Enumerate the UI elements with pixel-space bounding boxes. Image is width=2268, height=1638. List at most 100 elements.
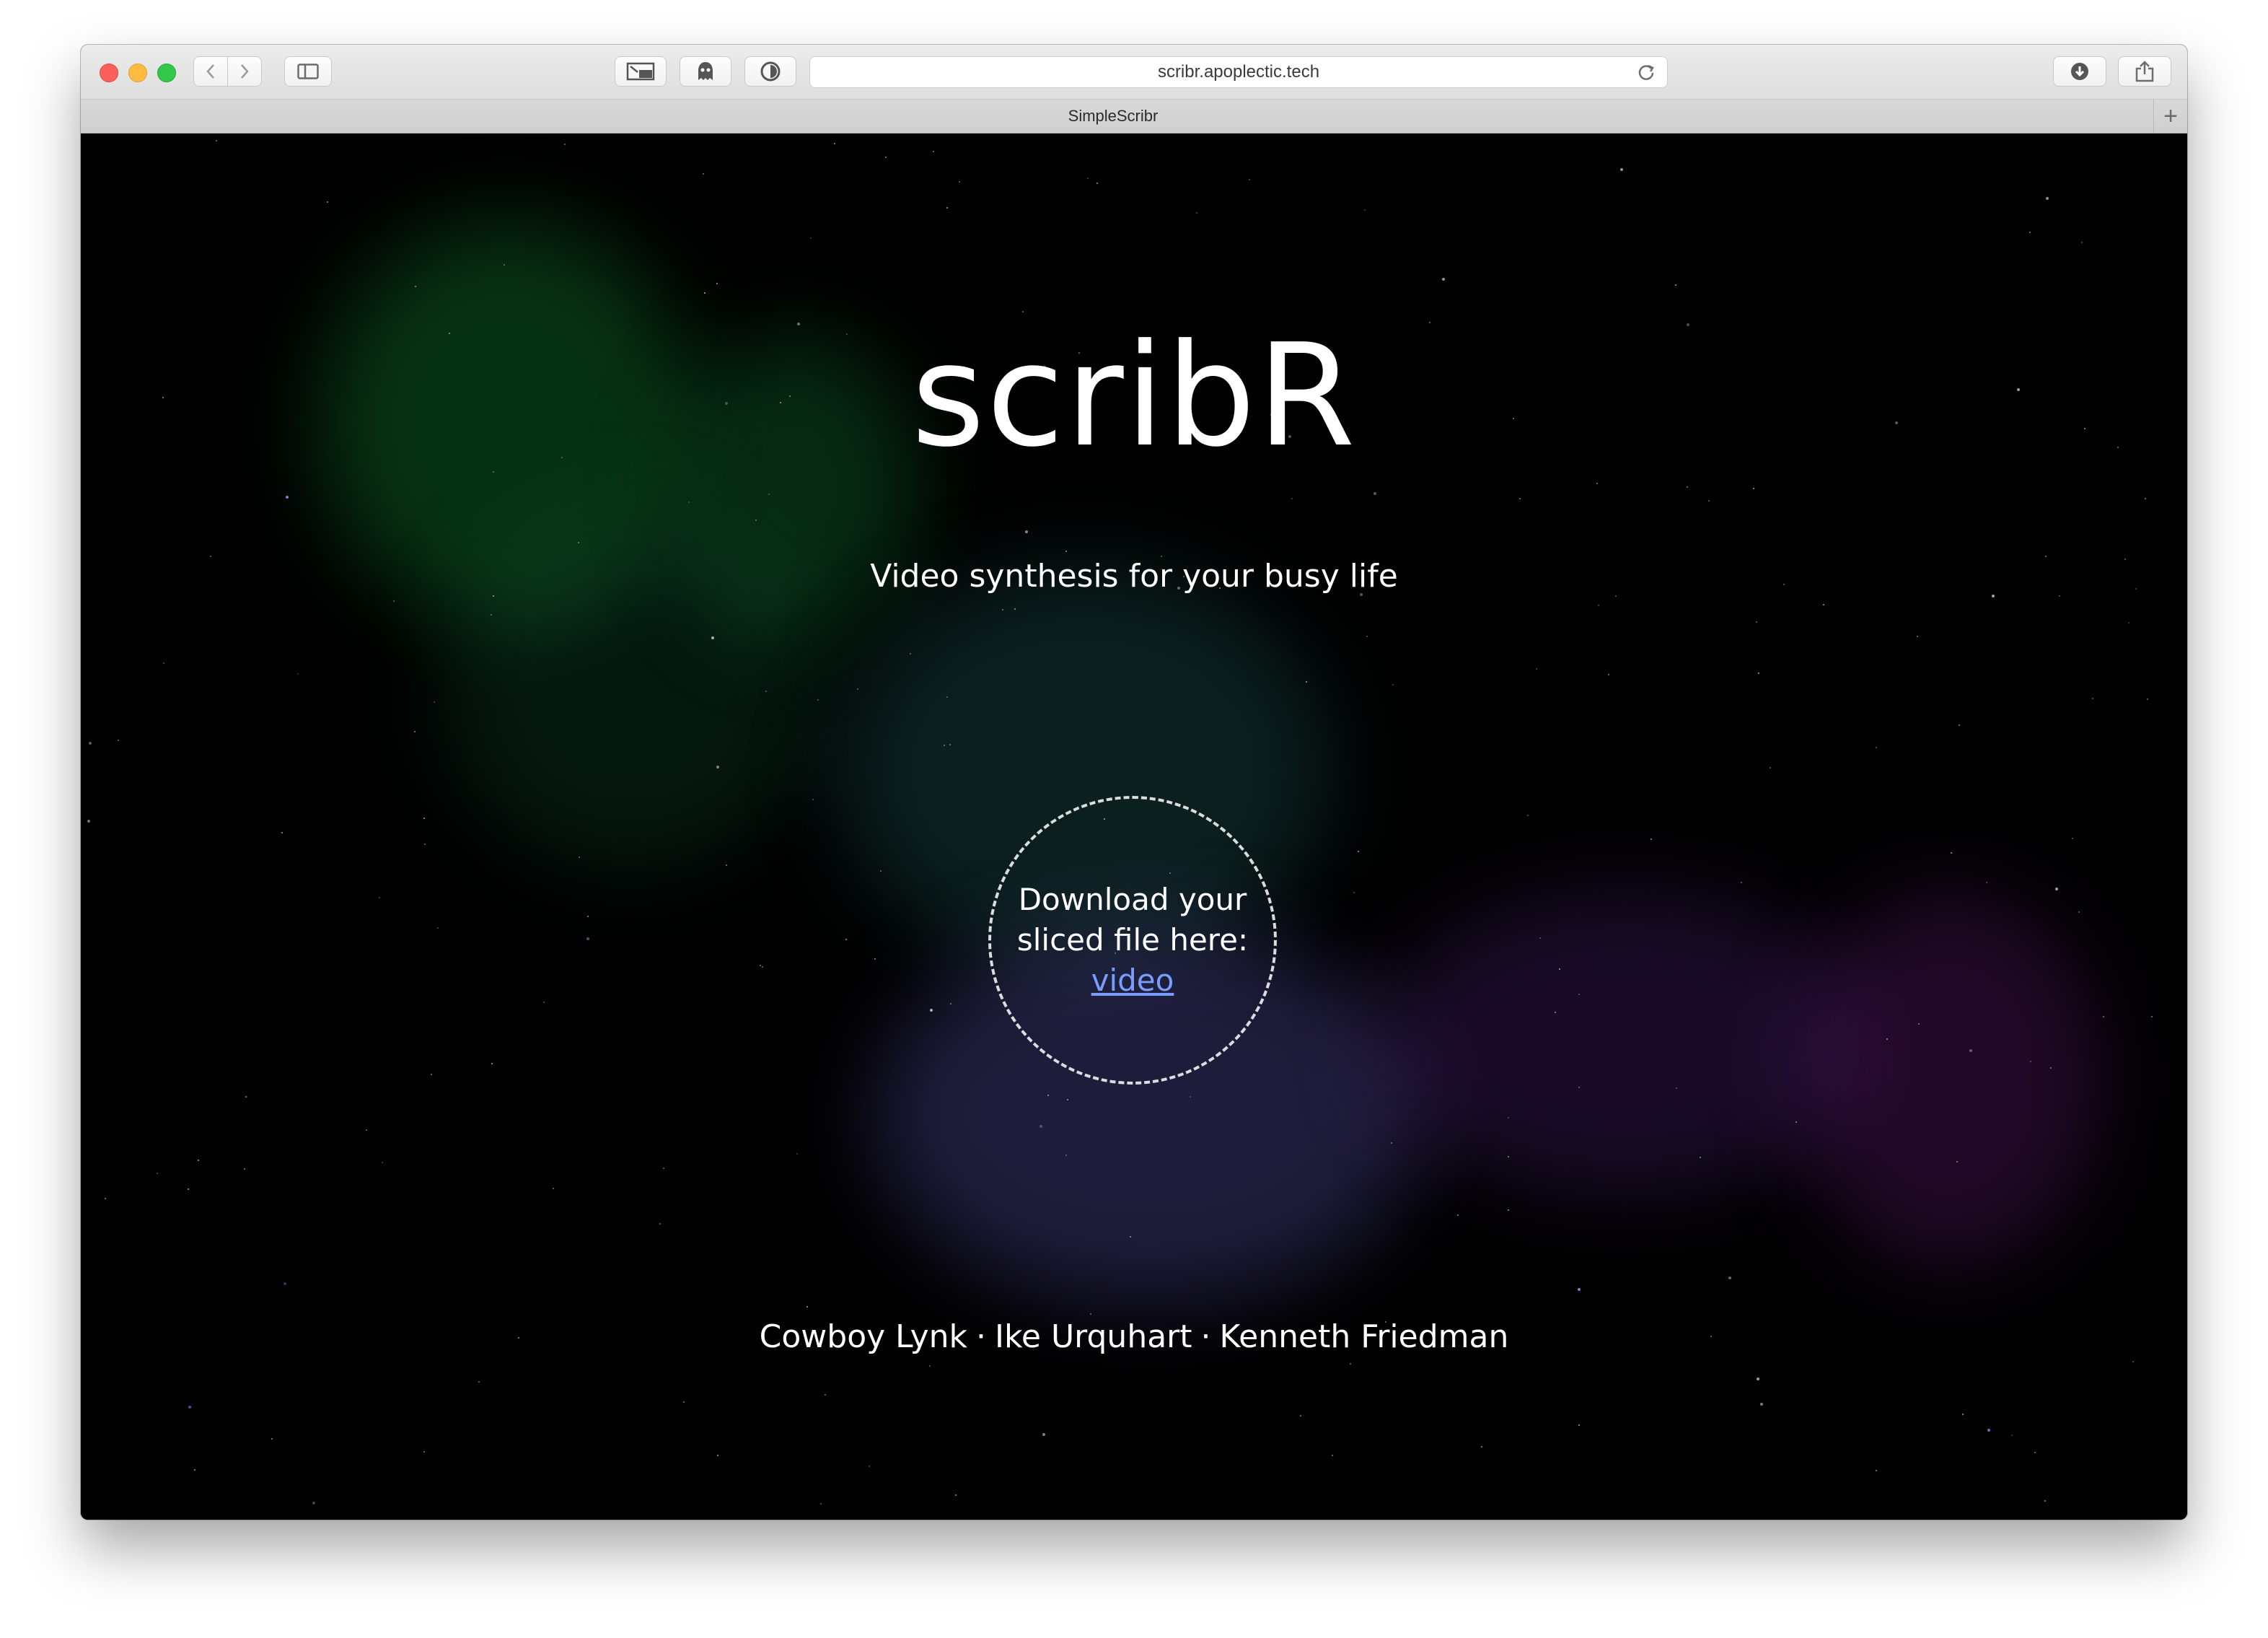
forward-button[interactable]: [227, 56, 262, 87]
share-button[interactable]: [2118, 56, 2171, 87]
zoom-window-button[interactable]: [157, 63, 176, 82]
reload-icon[interactable]: [1635, 61, 1657, 83]
star: [1700, 1157, 1701, 1158]
browser-window: scribr.apoplectic.tech SimpleScribr + sc…: [81, 45, 2187, 1520]
star: [2050, 1067, 2052, 1069]
star: [1040, 1125, 1042, 1128]
star: [1096, 183, 1098, 184]
star: [704, 292, 706, 294]
star: [118, 740, 119, 741]
star: [579, 857, 580, 858]
star: [765, 691, 767, 692]
star: [1559, 968, 1560, 970]
star: [1022, 311, 1024, 312]
star: [210, 556, 211, 557]
star: [796, 1153, 798, 1155]
extension-privacy-button[interactable]: [744, 56, 796, 87]
star: [157, 1173, 158, 1174]
star: [1876, 1470, 1877, 1471]
sidebar-toggle-button[interactable]: [284, 56, 332, 87]
tagline: Video synthesis for your busy life: [870, 558, 1398, 595]
star: [1651, 838, 1652, 840]
star: [1508, 1156, 1509, 1157]
star: [812, 799, 814, 800]
star: [216, 140, 217, 141]
star: [587, 916, 589, 917]
video-download-link[interactable]: video: [1091, 960, 1174, 1001]
author-name: Kenneth Friedman: [1219, 1318, 1509, 1355]
star: [1596, 483, 1598, 484]
download-circle: Download your sliced file here: video: [988, 796, 1277, 1085]
star: [327, 201, 328, 203]
star: [1992, 595, 1995, 597]
extension-ghostery-button[interactable]: [680, 56, 731, 87]
author-name: Ike Urquhart: [995, 1318, 1192, 1355]
author-separator: ·: [1200, 1318, 1211, 1355]
star: [1025, 530, 1028, 533]
star: [491, 614, 492, 616]
star: [1332, 1455, 1333, 1456]
star: [1770, 767, 1771, 768]
ghost-icon: [698, 62, 713, 80]
star: [1508, 1209, 1509, 1211]
star: [1291, 498, 1293, 499]
star: [2092, 698, 2093, 699]
star: [820, 1503, 822, 1505]
star: [2045, 556, 2047, 557]
star: [2103, 1016, 2104, 1017]
star: [760, 965, 761, 966]
star: [1741, 882, 1742, 883]
star: [1014, 608, 1016, 610]
screen-share-icon: [626, 62, 655, 81]
new-tab-button[interactable]: +: [2153, 100, 2187, 133]
star: [885, 157, 887, 158]
star: [755, 520, 757, 521]
star: [1615, 595, 1617, 597]
star: [2128, 622, 2129, 623]
minimize-window-button[interactable]: [128, 63, 147, 82]
star: [663, 1168, 664, 1169]
author-name: Cowboy Lynk: [759, 1318, 968, 1355]
address-bar[interactable]: scribr.apoplectic.tech: [809, 56, 1668, 88]
download-text-line2: sliced file here:: [1016, 922, 1249, 958]
star: [2151, 1016, 2153, 1017]
star: [1760, 1403, 1763, 1406]
back-button[interactable]: [193, 56, 228, 87]
star: [688, 502, 690, 503]
star: [1519, 498, 1521, 499]
star: [1757, 1378, 1759, 1380]
close-window-button[interactable]: [100, 63, 118, 82]
star: [414, 731, 416, 732]
star: [105, 1198, 106, 1199]
tab-simplescribr[interactable]: SimpleScribr: [81, 100, 2145, 133]
star: [1306, 681, 1307, 683]
star: [194, 1469, 195, 1471]
star: [1392, 684, 1394, 686]
star: [1918, 1023, 1920, 1025]
star: [284, 1282, 286, 1285]
star: [825, 1394, 826, 1396]
star: [2030, 1061, 2031, 1062]
star: [415, 286, 416, 287]
star: [2147, 698, 2148, 700]
download-icon: [2071, 63, 2088, 80]
star: [810, 237, 812, 239]
star: [244, 1168, 245, 1170]
star: [1442, 278, 1445, 281]
star: [423, 818, 425, 819]
star: [437, 927, 439, 929]
star: [1047, 1095, 1049, 1096]
star: [382, 1162, 383, 1163]
privacy-shield-icon: [760, 61, 781, 82]
star: [1536, 668, 1537, 670]
share-icon: [2135, 61, 2154, 82]
star: [478, 1381, 480, 1383]
page-content: scribR Video synthesis for your busy lif…: [81, 133, 2187, 1520]
star: [950, 1003, 951, 1004]
star: [1708, 500, 1710, 502]
downloads-button[interactable]: [2053, 56, 2106, 87]
extension-screen-button[interactable]: [615, 56, 667, 87]
star: [366, 1129, 367, 1131]
star: [1366, 636, 1368, 637]
star: [1917, 636, 1918, 637]
